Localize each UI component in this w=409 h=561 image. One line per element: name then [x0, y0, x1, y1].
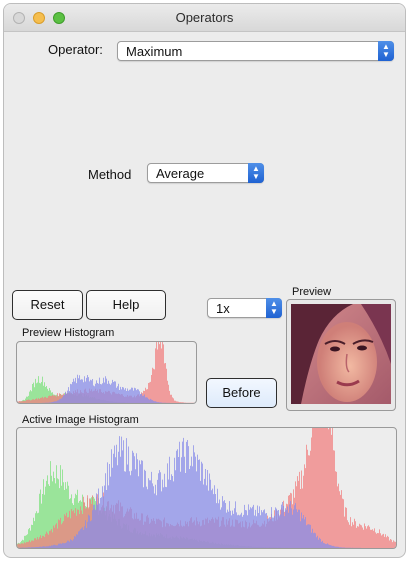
- chevron-updown-icon: ▲ ▼: [378, 41, 394, 61]
- preview-label: Preview: [292, 286, 332, 298]
- active-histogram-label: Active Image Histogram: [22, 414, 139, 426]
- operator-value: Maximum: [126, 44, 183, 59]
- chevron-updown-icon: ▲ ▼: [266, 298, 282, 318]
- operator-popup[interactable]: Maximum ▲ ▼: [117, 41, 394, 61]
- title-bar: Operators: [4, 4, 405, 32]
- method-value: Average: [156, 166, 205, 181]
- method-label: Method: [88, 167, 132, 182]
- before-button[interactable]: Before: [206, 378, 277, 408]
- preview-histogram: [16, 341, 197, 404]
- active-histogram: [16, 427, 397, 549]
- window-title: Operators: [175, 10, 234, 25]
- operator-label: Operator:: [48, 42, 103, 57]
- zoom-popup[interactable]: 1x ▲ ▼: [207, 298, 282, 318]
- reset-button[interactable]: Reset: [12, 290, 83, 320]
- zoom-value: 1x: [216, 301, 230, 316]
- help-button[interactable]: Help: [86, 290, 166, 320]
- preview-frame: [286, 299, 396, 411]
- preview-histogram-label: Preview Histogram: [22, 327, 115, 339]
- preview-image: [291, 304, 391, 404]
- preview-histogram-plot: [17, 342, 196, 403]
- chevron-updown-icon: ▲ ▼: [248, 163, 264, 183]
- operators-window: Operators Operator: Maximum ▲ ▼ Method Av…: [3, 3, 406, 558]
- method-popup[interactable]: Average ▲ ▼: [147, 163, 264, 183]
- active-histogram-plot: [17, 428, 396, 548]
